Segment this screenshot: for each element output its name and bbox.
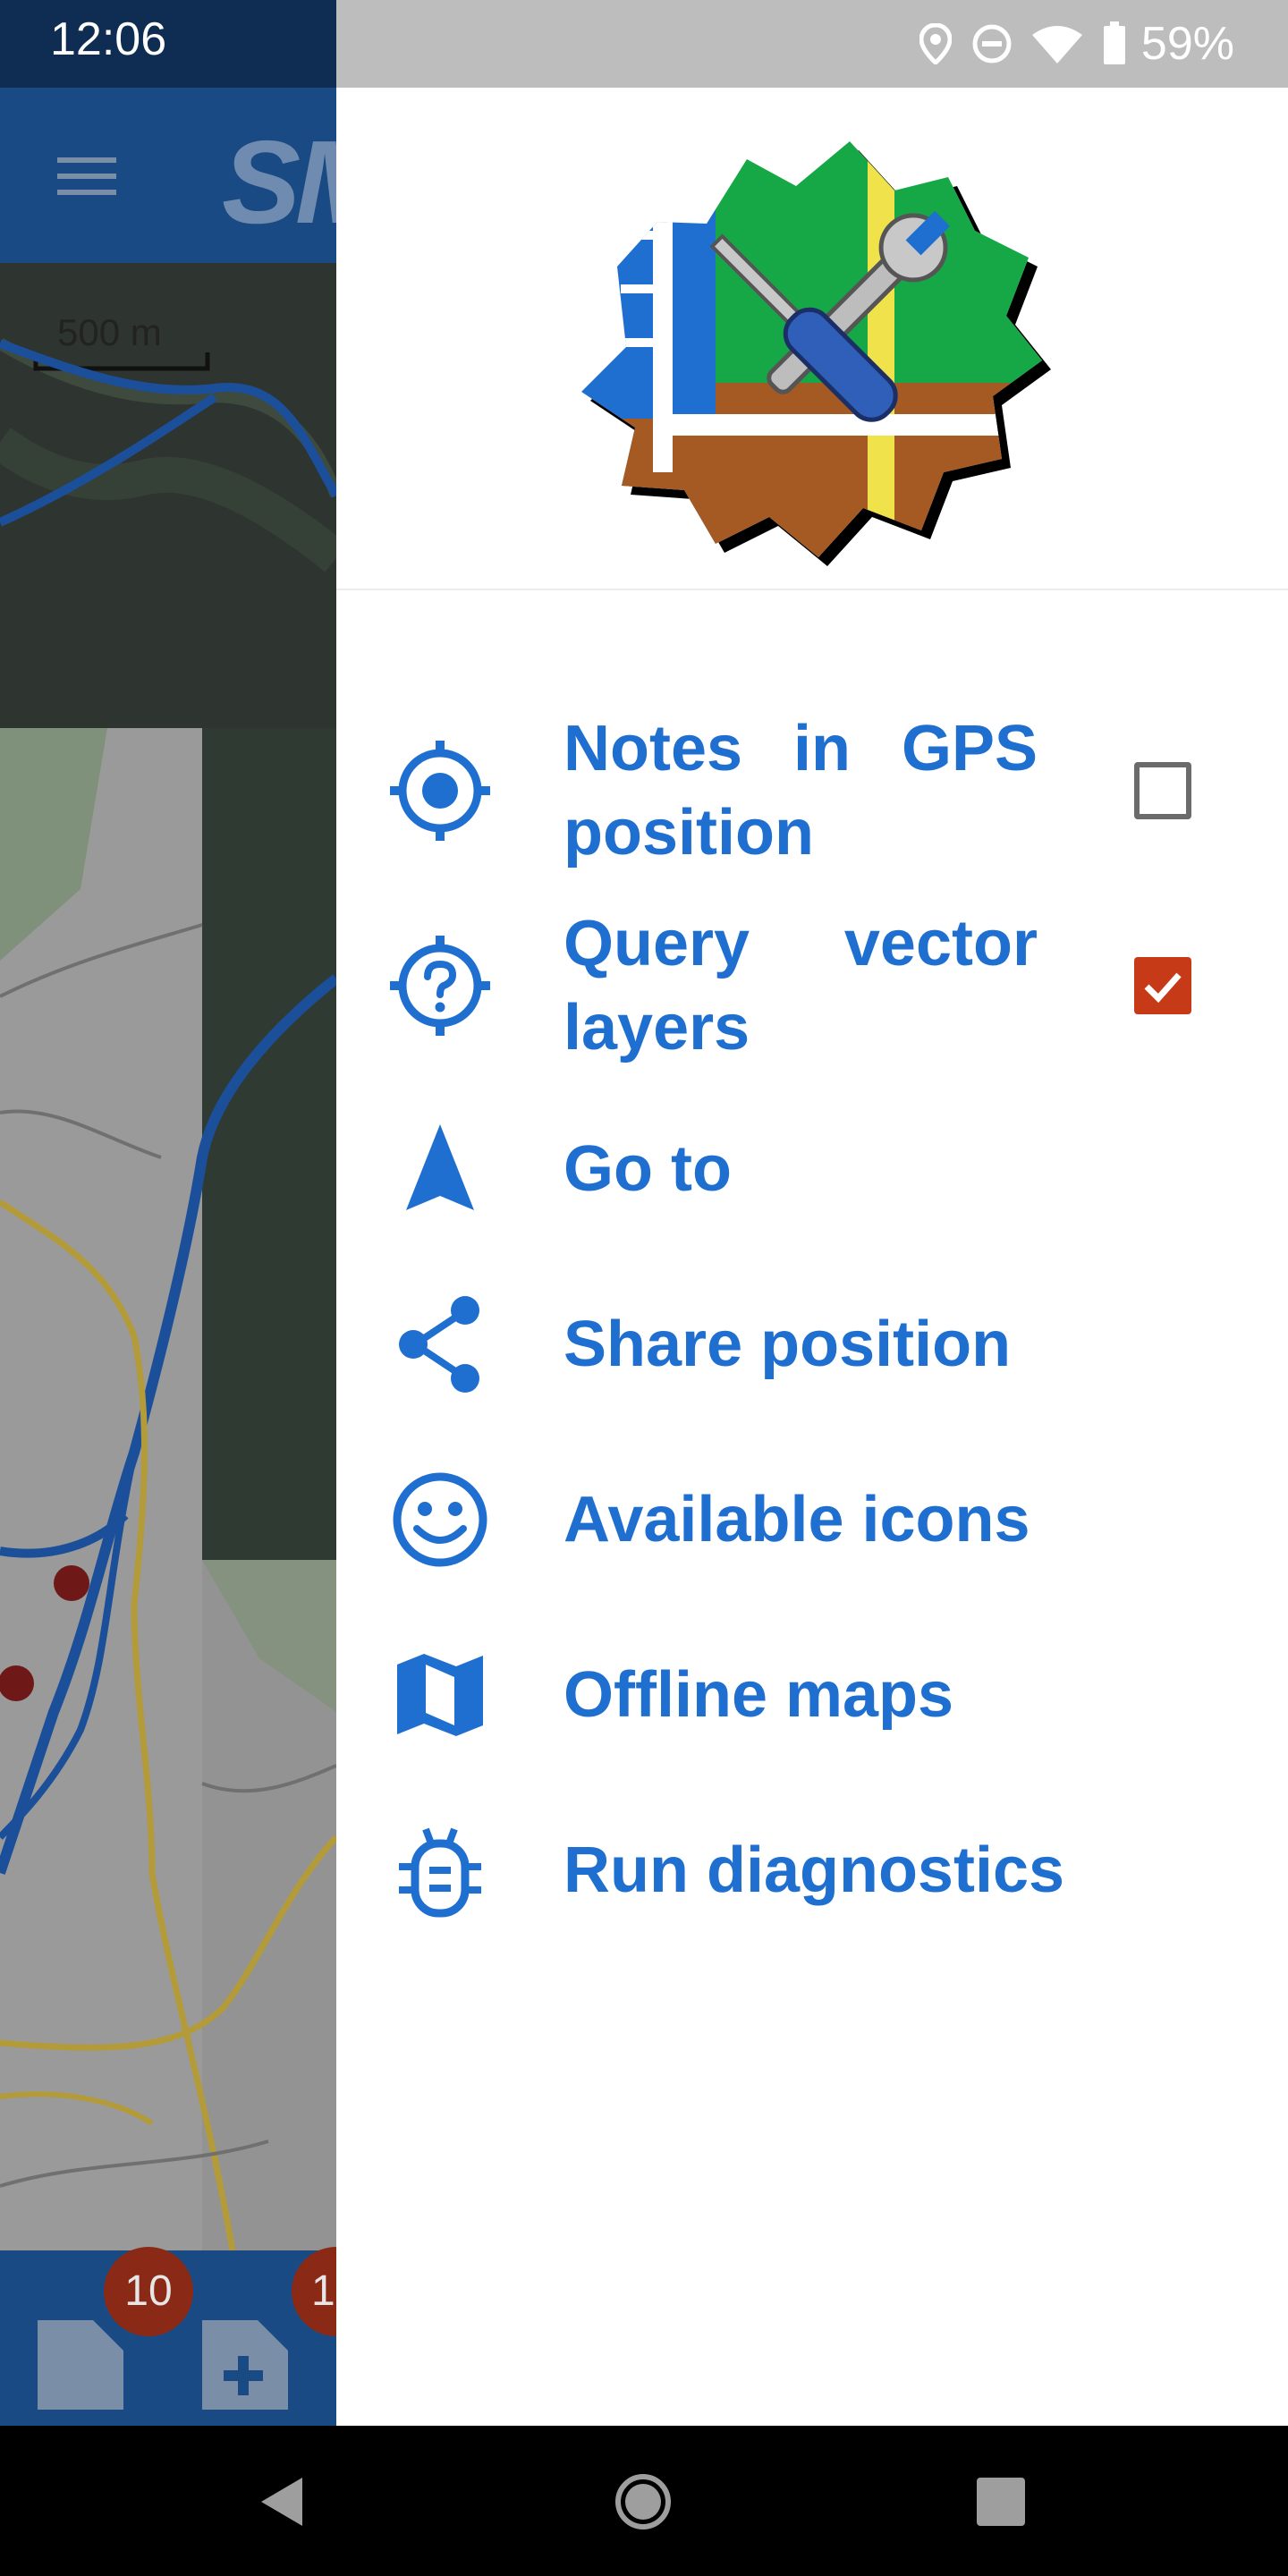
share-icon <box>386 1291 494 1398</box>
drawer-header <box>336 88 1288 590</box>
smiley-icon <box>386 1466 494 1573</box>
note-icon <box>38 2320 123 2410</box>
question-crosshair-icon <box>386 932 494 1039</box>
status-icons: 59% <box>919 16 1234 72</box>
background-map-app: 12:06 SM 500 m <box>0 0 336 2426</box>
background-bottom-bar: 10 1 <box>0 2247 336 2426</box>
bug-icon <box>386 1817 494 1924</box>
menu-item-notes-in-gps-position[interactable]: Notes in GPS position <box>336 701 1288 880</box>
system-navigation-bar <box>0 2426 1288 2576</box>
recents-button[interactable] <box>961 2462 1041 2542</box>
menu-label: Go to <box>564 1133 732 1205</box>
query-vector-layers-checkbox[interactable] <box>1134 957 1191 1014</box>
svg-text:500 m: 500 m <box>57 311 162 353</box>
menu-label: Offline maps <box>564 1659 954 1731</box>
menu-item-run-diagnostics[interactable]: Run diagnostics <box>336 1794 1288 1946</box>
notes-count-badge-partial: 1 <box>292 2247 336 2336</box>
do-not-disturb-icon <box>972 24 1012 64</box>
background-status-bar: 12:06 <box>0 0 336 88</box>
navigation-arrow-icon <box>386 1115 494 1223</box>
notes-in-gps-checkbox[interactable] <box>1134 762 1191 819</box>
background-toolbar: SM <box>0 88 336 263</box>
map-icon <box>386 1641 494 1749</box>
menu-item-query-vector-layers[interactable]: Query vector layers <box>336 896 1288 1075</box>
wifi-icon <box>1031 26 1082 64</box>
menu-label: Available icons <box>564 1484 1030 1555</box>
app-logo <box>581 141 1051 566</box>
gps-crosshair-icon <box>386 737 494 844</box>
background-map: 500 m <box>0 263 336 2250</box>
add-note-icon <box>202 2320 288 2410</box>
location-pin-icon <box>919 23 952 64</box>
status-bar: 59% <box>336 0 1288 88</box>
menu-label: Share position <box>564 1309 1012 1380</box>
status-time: 12:06 <box>50 13 167 65</box>
menu-label: Query vector layers <box>564 908 1038 1063</box>
back-button[interactable] <box>245 2462 326 2542</box>
menu-item-available-icons[interactable]: Available icons <box>336 1444 1288 1596</box>
menu-item-share-position[interactable]: Share position <box>336 1268 1288 1420</box>
battery-icon <box>1103 21 1125 64</box>
menu-label: Run diagnostics <box>564 1835 1065 1906</box>
navigation-drawer: 59% Notes in GPS position Query vector l… <box>336 0 1288 2426</box>
notes-count-badge: 10 <box>104 2247 193 2336</box>
battery-percentage: 59% <box>1140 18 1234 70</box>
menu-label: Notes in GPS position <box>564 713 1038 869</box>
hamburger-menu-icon <box>57 157 116 195</box>
home-button[interactable] <box>603 2462 683 2542</box>
background-app-title: SM <box>222 116 336 248</box>
menu-item-offline-maps[interactable]: Offline maps <box>336 1619 1288 1771</box>
menu-item-go-to[interactable]: Go to <box>336 1093 1288 1245</box>
